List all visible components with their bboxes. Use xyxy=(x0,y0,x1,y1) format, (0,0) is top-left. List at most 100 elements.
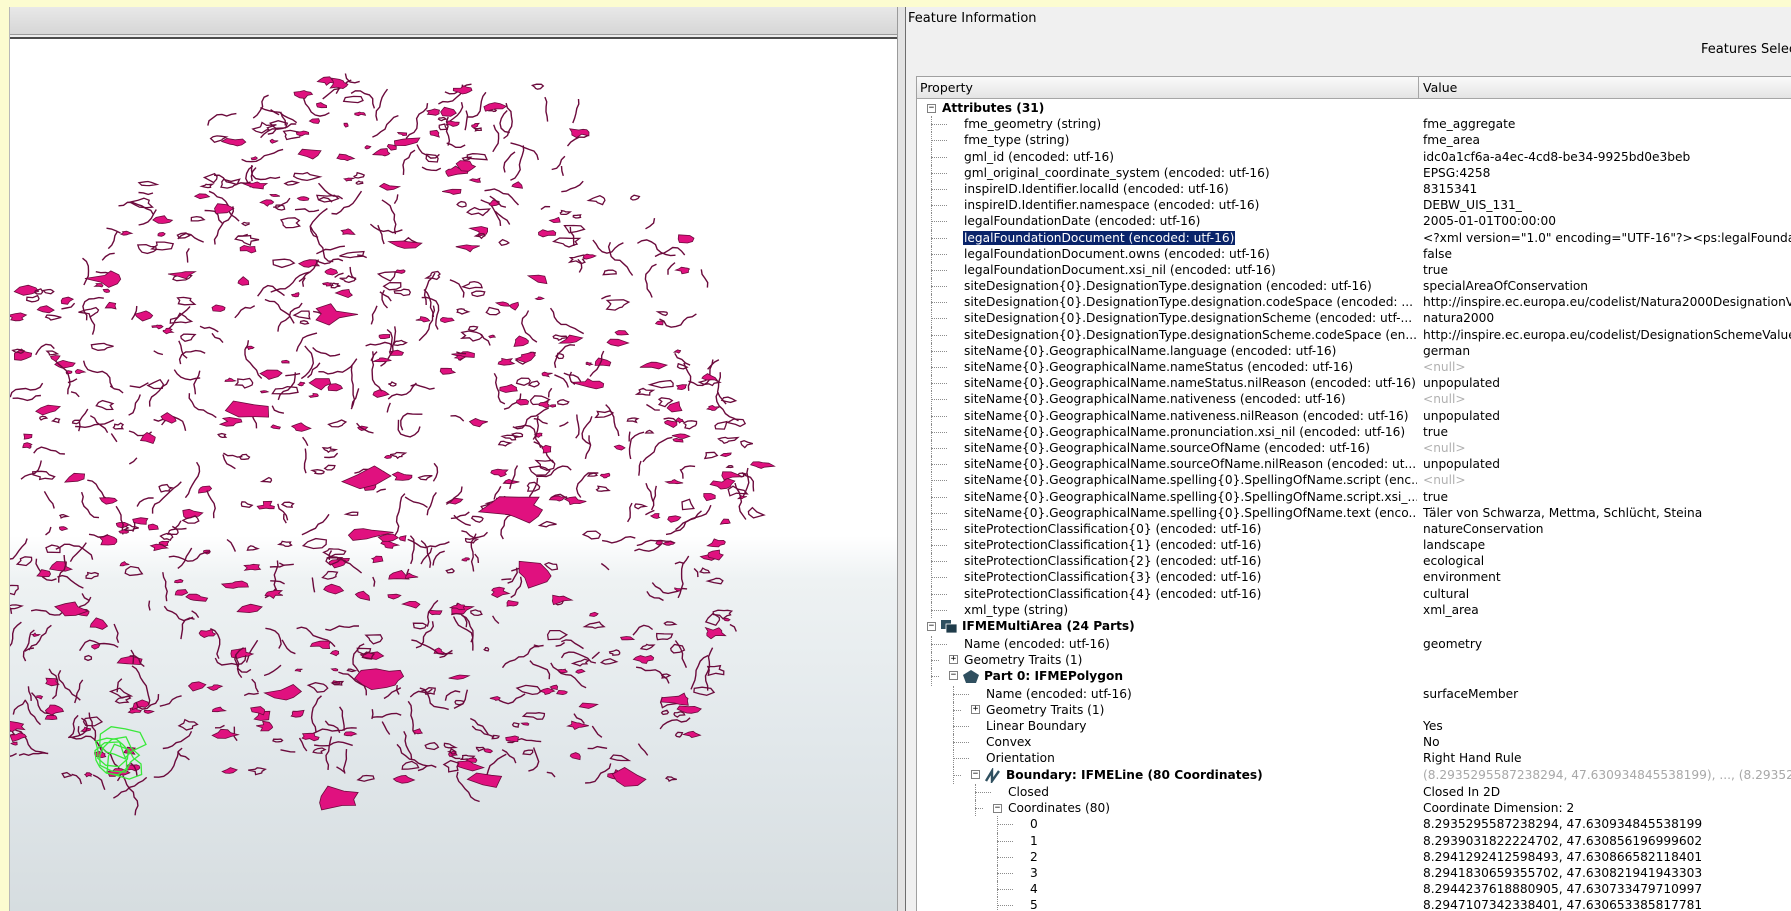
protected-area-polygon[interactable] xyxy=(706,404,721,411)
protected-area-polygon[interactable] xyxy=(157,231,166,237)
protected-area-outline[interactable] xyxy=(68,714,79,738)
protected-area-outline[interactable] xyxy=(10,538,28,560)
protected-area-polygon[interactable] xyxy=(137,180,160,187)
protected-area-outline[interactable] xyxy=(277,372,296,401)
protected-area-outline[interactable] xyxy=(207,112,237,126)
protected-area-polygon[interactable] xyxy=(134,310,154,322)
protected-area-polygon[interactable] xyxy=(634,387,656,396)
protected-area-outline[interactable] xyxy=(298,737,308,752)
protected-area-outline[interactable] xyxy=(234,305,256,319)
protected-area-polygon[interactable] xyxy=(455,244,480,253)
protected-area-polygon[interactable] xyxy=(240,501,254,508)
protected-area-polygon[interactable] xyxy=(322,548,347,558)
protected-area-polygon[interactable] xyxy=(322,282,335,287)
protected-area-polygon[interactable] xyxy=(217,432,228,439)
protected-area-polygon[interactable] xyxy=(589,611,599,617)
protected-area-outline[interactable] xyxy=(510,142,539,161)
protected-area-outline[interactable] xyxy=(659,313,697,328)
protected-area-outline[interactable] xyxy=(214,174,251,186)
tree-row[interactable]: siteName{0}.GeographicalName.sourceOfNam… xyxy=(917,456,1791,473)
tree-row[interactable]: − Boundary: IFMELine (80 Coordinates) (8.2… xyxy=(917,766,1791,785)
protected-area-outline[interactable] xyxy=(206,490,216,519)
tree-row[interactable]: fme_geometry (string) fme_aggregate xyxy=(917,116,1791,133)
protected-area-polygon[interactable] xyxy=(174,589,189,596)
protected-area-polygon[interactable] xyxy=(470,290,486,298)
protected-area-outline[interactable] xyxy=(214,724,225,729)
protected-area-outline[interactable] xyxy=(75,419,115,429)
protected-area-polygon[interactable] xyxy=(340,228,356,235)
protected-area-polygon[interactable] xyxy=(299,320,310,325)
protected-area-polygon[interactable] xyxy=(663,419,678,428)
protected-area-outline[interactable] xyxy=(549,307,585,335)
tree-row[interactable]: siteName{0}.GeographicalName.sourceOfNam… xyxy=(917,439,1791,457)
protected-area-outline[interactable] xyxy=(602,535,636,544)
protected-area-polygon[interactable] xyxy=(280,501,295,508)
protected-area-outline[interactable] xyxy=(510,145,525,181)
tree-row[interactable]: 4 8.2944237618880905, 47.630733479710997 xyxy=(917,881,1791,898)
protected-area-polygon[interactable] xyxy=(541,371,553,378)
tree-row[interactable]: 0 8.2935295587238294, 47.630934845538199 xyxy=(917,816,1791,833)
protected-area-outline[interactable] xyxy=(575,472,599,498)
protected-area-outline[interactable] xyxy=(278,562,294,566)
protected-area-polygon[interactable] xyxy=(440,106,457,117)
protected-area-outline[interactable] xyxy=(729,623,737,632)
protected-area-polygon[interactable] xyxy=(166,528,179,536)
protected-area-outline[interactable] xyxy=(626,502,633,523)
protected-area-polygon[interactable] xyxy=(506,600,519,607)
protected-area-polygon[interactable] xyxy=(176,232,191,239)
protected-area-outline[interactable] xyxy=(280,749,296,753)
protected-area-polygon[interactable] xyxy=(457,760,485,772)
protected-area-polygon[interactable] xyxy=(527,380,541,388)
protected-area-polygon[interactable] xyxy=(218,416,243,427)
protected-area-outline[interactable] xyxy=(138,209,157,226)
protected-area-polygon[interactable] xyxy=(456,200,467,208)
protected-area-polygon[interactable] xyxy=(353,171,366,179)
protected-area-polygon[interactable] xyxy=(370,555,384,564)
protected-area-polygon[interactable] xyxy=(490,468,509,478)
tree-row[interactable]: 2 8.2941292412598493, 47.630866582118401 xyxy=(917,848,1791,866)
protected-area-polygon[interactable] xyxy=(514,351,536,363)
protected-area-polygon[interactable] xyxy=(297,381,306,387)
protected-area-outline[interactable] xyxy=(501,749,517,764)
protected-area-polygon[interactable] xyxy=(538,401,550,409)
protected-area-polygon[interactable] xyxy=(259,199,275,207)
protected-area-polygon[interactable] xyxy=(112,422,125,430)
protected-area-polygon[interactable] xyxy=(214,203,235,214)
protected-area-outline[interactable] xyxy=(628,431,645,460)
protected-area-polygon[interactable] xyxy=(90,342,114,351)
protected-area-outline[interactable] xyxy=(178,349,206,365)
protected-area-polygon[interactable] xyxy=(293,90,314,99)
protected-area-polygon[interactable] xyxy=(556,399,570,406)
protected-area-outline[interactable] xyxy=(109,385,124,394)
protected-area-outline[interactable] xyxy=(540,205,551,210)
protected-area-outline[interactable] xyxy=(316,245,345,255)
protected-area-polygon[interactable] xyxy=(639,643,656,651)
tree-row[interactable]: siteName{0}.GeographicalName.nativeness … xyxy=(917,391,1791,408)
protected-area-polygon[interactable] xyxy=(343,511,359,517)
protected-area-outline[interactable] xyxy=(280,111,286,126)
protected-area-polygon[interactable] xyxy=(290,292,300,298)
protected-area-outline[interactable] xyxy=(396,743,428,767)
protected-area-polygon[interactable] xyxy=(511,722,520,728)
protected-area-polygon[interactable] xyxy=(198,485,213,494)
protected-area-polygon[interactable] xyxy=(49,561,74,572)
protected-area-outline[interactable] xyxy=(70,391,80,398)
protected-area-outline[interactable] xyxy=(547,387,553,398)
protected-area-polygon[interactable] xyxy=(541,444,552,454)
protected-area-polygon[interactable] xyxy=(104,301,117,310)
protected-area-polygon[interactable] xyxy=(473,127,483,132)
protected-area-outline[interactable] xyxy=(632,624,654,636)
protected-area-polygon[interactable] xyxy=(116,655,143,666)
protected-area-polygon[interactable] xyxy=(466,206,492,217)
protected-area-outline[interactable] xyxy=(449,279,465,298)
tree-row[interactable]: gml_original_coordinate_system (encoded:… xyxy=(917,164,1791,181)
protected-area-outline[interactable] xyxy=(188,393,217,419)
collapse-icon[interactable]: − xyxy=(949,671,958,681)
protected-area-outline[interactable] xyxy=(581,416,593,446)
protected-area-outline[interactable] xyxy=(148,600,151,611)
tree-row[interactable]: legalFoundationDocument (encoded: utf-16… xyxy=(917,229,1791,246)
protected-area-outline[interactable] xyxy=(88,533,109,538)
protected-area-outline[interactable] xyxy=(35,343,55,356)
protected-area-outline[interactable] xyxy=(12,699,26,715)
protected-area-polygon[interactable] xyxy=(445,568,455,574)
